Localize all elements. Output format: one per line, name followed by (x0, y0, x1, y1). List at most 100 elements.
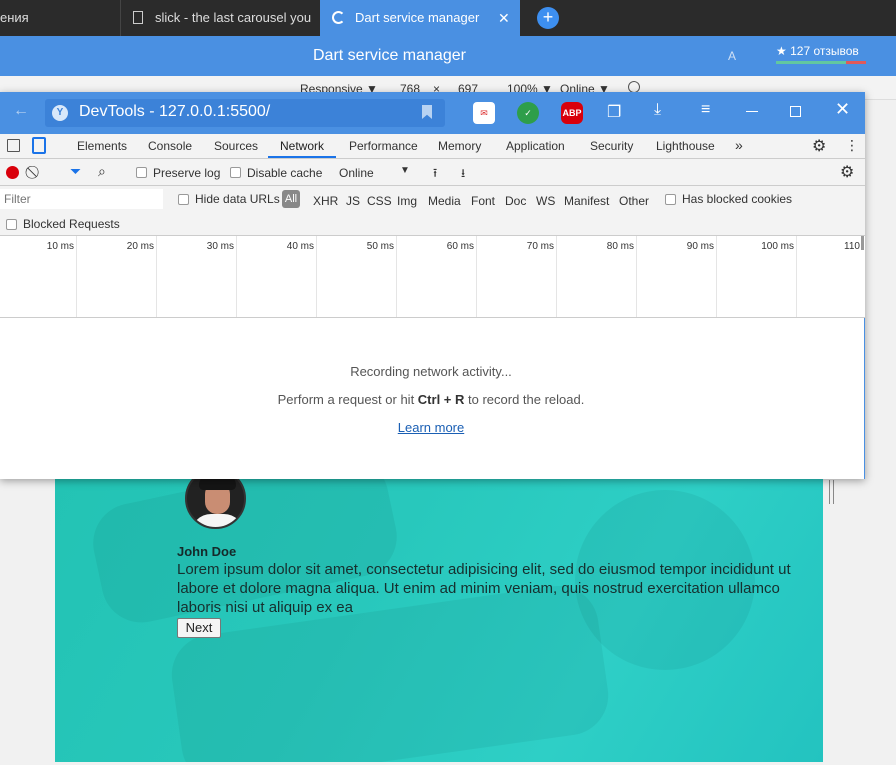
tab-label: ения (0, 10, 29, 25)
reader-icon[interactable]: ❐ (607, 102, 621, 122)
tab-console[interactable]: Console (148, 139, 192, 153)
maximize-icon[interactable] (790, 106, 801, 117)
chevron-down-icon[interactable]: ▼ (400, 165, 410, 176)
network-overview-timeline[interactable]: 10 ms 20 ms 30 ms 40 ms 50 ms 60 ms 70 m… (0, 236, 865, 318)
timeline-tick-label: 110 (844, 241, 860, 252)
hint-shortcut: Ctrl + R (417, 392, 465, 407)
loading-spinner-icon (332, 11, 345, 24)
blocked-requests-checkbox[interactable] (6, 219, 17, 230)
timeline-gridline (636, 236, 637, 317)
tab-lighthouse[interactable]: Lighthouse (656, 139, 715, 153)
settings-gear-icon[interactable]: ⚙ (812, 136, 826, 156)
throttling-select[interactable]: Online (339, 166, 374, 180)
timeline-gridline (316, 236, 317, 317)
filter-xhr[interactable]: XHR (313, 194, 338, 208)
hide-data-urls-checkbox[interactable] (178, 194, 189, 205)
timeline-tick-label: 10 ms (46, 241, 74, 252)
empty-state-title: Recording network activity... (350, 364, 512, 379)
filter-js[interactable]: JS (346, 194, 360, 208)
filter-other[interactable]: Other (619, 194, 649, 208)
preserve-log-checkbox[interactable] (136, 167, 147, 178)
browser-tab[interactable]: ения (0, 0, 118, 36)
timeline-gridline (716, 236, 717, 317)
active-tab-indicator (268, 156, 336, 158)
device-toolbar-icon[interactable] (32, 137, 46, 154)
close-window-icon[interactable]: ✕ (835, 99, 850, 120)
devtools-titlebar: ← Y DevTools - 127.0.0.1:5500/ ✉ ✓ ABP ❐… (0, 92, 865, 134)
timeline-gridline (156, 236, 157, 317)
reviews-badge[interactable]: ★ 127 отзывов (776, 44, 859, 58)
timeline-tick-label: 30 ms (206, 241, 234, 252)
record-button[interactable] (6, 166, 19, 179)
filter-img[interactable]: Img (397, 194, 417, 208)
testimonial-name: John Doe (177, 544, 237, 559)
devtools-title: DevTools - 127.0.0.1:5500/ (79, 103, 271, 120)
site-title: Dart service manager (313, 47, 466, 64)
search-icon[interactable]: ⌕ (98, 163, 106, 180)
yandex-favicon-icon: Y (52, 105, 68, 121)
page-icon (133, 11, 143, 24)
devtools-window: ← Y DevTools - 127.0.0.1:5500/ ✉ ✓ ABP ❐… (0, 92, 865, 479)
filter-ws[interactable]: WS (536, 194, 555, 208)
timeline-tick-label: 20 ms (126, 241, 154, 252)
new-tab-button[interactable]: + (537, 7, 559, 29)
tab-label: Dart service manager (355, 10, 480, 25)
browser-tab-active[interactable]: Dart service manager ✕ (320, 0, 520, 36)
timeline-tick-label: 100 ms (761, 241, 794, 252)
devtools-panel-tabs: Elements Console Sources Network Perform… (0, 134, 865, 159)
tab-close-icon[interactable]: ✕ (498, 0, 510, 36)
extension-mail-icon[interactable]: ✉ (473, 102, 495, 124)
timeline-tick-label: 90 ms (686, 241, 714, 252)
browser-tab[interactable]: slick - the last carousel you (120, 0, 316, 36)
filter-media[interactable]: Media (428, 194, 461, 208)
tab-elements[interactable]: Elements (77, 139, 127, 153)
network-settings-gear-icon[interactable]: ⚙ (840, 162, 854, 182)
testimonial-quote: Lorem ipsum dolor sit amet, consectetur … (177, 561, 791, 616)
timeline-gridline (236, 236, 237, 317)
filter-font[interactable]: Font (471, 194, 495, 208)
timeline-tick-label: 70 ms (526, 241, 554, 252)
tab-network[interactable]: Network (280, 139, 324, 153)
kebab-menu-icon[interactable]: ⋮ (845, 137, 859, 154)
back-arrow-icon[interactable]: ← (13, 102, 29, 120)
filter-manifest[interactable]: Manifest (564, 194, 609, 208)
browser-tab-bar: ения slick - the last carousel you Dart … (0, 0, 896, 36)
timeline-gridline (476, 236, 477, 317)
blocked-requests-label: Blocked Requests (23, 217, 120, 231)
next-button[interactable]: Next (177, 618, 221, 638)
hide-data-urls-label: Hide data URLs (195, 192, 280, 206)
empty-state-hint: Perform a request or hit Ctrl + R to rec… (0, 392, 862, 407)
download-icon[interactable]: ⤓ (654, 101, 661, 119)
adblock-extension-icon[interactable]: ABP (561, 102, 583, 124)
hint-text: to record the reload. (464, 392, 585, 407)
extension-shield-icon[interactable]: ✓ (517, 102, 539, 124)
filter-css[interactable]: CSS (367, 194, 392, 208)
menu-icon[interactable]: ≡ (701, 101, 710, 119)
timeline-gridline (796, 236, 797, 317)
disable-cache-checkbox[interactable] (230, 167, 241, 178)
more-tabs-icon[interactable]: » (735, 137, 743, 153)
filter-funnel-icon[interactable]: ⏷ (70, 163, 81, 180)
preserve-log-label: Preserve log (153, 166, 221, 180)
tab-performance[interactable]: Performance (349, 139, 418, 153)
resize-handle[interactable] (829, 480, 834, 504)
disable-cache-label: Disable cache (247, 166, 323, 180)
network-toolbar: ⃠ ⏷ ⌕ Preserve log Disable cache Online … (0, 159, 865, 186)
filter-doc[interactable]: Doc (505, 194, 526, 208)
minimize-icon[interactable] (746, 111, 758, 112)
tab-sources[interactable]: Sources (214, 139, 258, 153)
has-blocked-cookies-checkbox[interactable] (665, 194, 676, 205)
inspect-element-icon[interactable] (7, 139, 20, 152)
import-har-icon[interactable]: ⭱ (433, 164, 437, 185)
filter-all-button[interactable]: All (282, 190, 300, 208)
has-blocked-cookies-label: Has blocked cookies (682, 192, 793, 206)
tab-memory[interactable]: Memory (438, 139, 481, 153)
tab-application[interactable]: Application (506, 139, 565, 153)
tab-security[interactable]: Security (590, 139, 633, 153)
export-har-icon[interactable]: ⭳ (461, 164, 465, 185)
filter-input[interactable] (0, 189, 163, 209)
timeline-tick-label: 40 ms (286, 241, 314, 252)
timeline-scrollbar[interactable] (861, 236, 864, 250)
translate-icon[interactable]: A (728, 49, 736, 63)
learn-more-link[interactable]: Learn more (0, 420, 862, 435)
